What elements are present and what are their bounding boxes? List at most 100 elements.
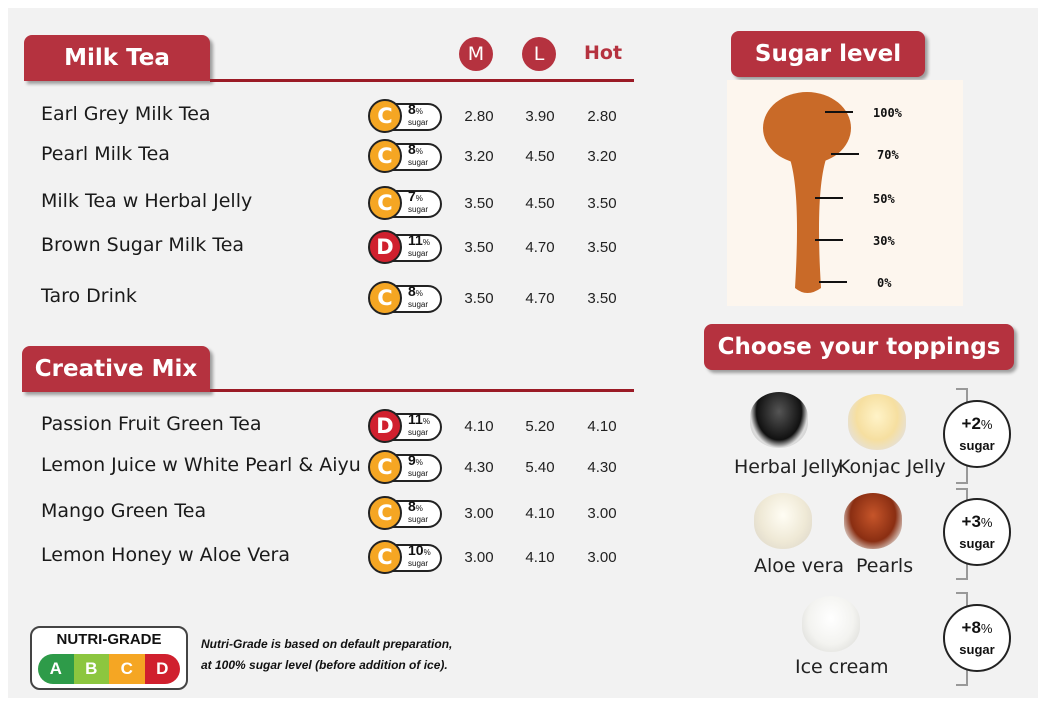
grade-letter: C xyxy=(368,450,402,484)
konjac-jelly-image xyxy=(848,394,906,450)
nutri-grade-badge: C 8% sugar xyxy=(368,99,444,133)
price-l: 3.90 xyxy=(525,108,555,125)
nutri-note-line-2: at 100% sugar level (before addition of … xyxy=(201,658,448,672)
price-hot: 3.50 xyxy=(587,195,617,212)
size-m-label: M xyxy=(467,43,485,65)
price-hot: 4.30 xyxy=(587,459,617,476)
add-sugar-amount-2: +2% xyxy=(961,414,993,433)
add-sugar-label-2: sugar xyxy=(959,438,995,453)
sugar-level-header: Sugar level xyxy=(731,31,925,77)
sugar-percent: 8% xyxy=(408,498,423,514)
price-hot: 3.00 xyxy=(587,505,617,522)
nutri-grade-c: C xyxy=(109,654,145,684)
price-l: 4.70 xyxy=(525,290,555,307)
sugar-percent: 11% xyxy=(408,232,430,248)
drink-row: Pearl Milk Tea C 8% sugar 3.20 4.50 3.20 xyxy=(8,139,648,173)
price-hot: 3.00 xyxy=(587,549,617,566)
ice-cream-image xyxy=(802,596,860,652)
nutri-grade-badge: C 8% sugar xyxy=(368,496,444,530)
grade-letter: C xyxy=(368,496,402,530)
sugar-word: sugar xyxy=(408,118,429,127)
add-sugar-amount-8: +8% xyxy=(961,618,993,637)
sugar-word: sugar xyxy=(408,515,429,524)
price-hot: 2.80 xyxy=(587,108,617,125)
spoon-handle xyxy=(789,156,827,293)
sugar-word: sugar xyxy=(408,158,429,167)
sugar-word: sugar xyxy=(408,205,429,214)
sugar-percent: 8% xyxy=(408,283,423,299)
nutri-grade-d: D xyxy=(144,654,180,684)
grade-letter: C xyxy=(368,540,402,574)
price-m: 3.20 xyxy=(464,148,494,165)
sugar-word: sugar xyxy=(408,469,429,478)
sugar-word: sugar xyxy=(408,300,429,309)
nutri-grade-badge: C 9% sugar xyxy=(368,450,444,484)
size-l-label: L xyxy=(533,43,545,65)
nutri-grade-title: NUTRI-GRADE xyxy=(56,631,162,648)
nutri-grade-badge: D 11% sugar xyxy=(368,230,444,264)
add-sugar-badge-3: +3% sugar xyxy=(943,498,1011,566)
price-l: 5.40 xyxy=(525,459,555,476)
sugar-percent: 8% xyxy=(408,141,423,157)
add-sugar-badge-8: +8% sugar xyxy=(943,604,1011,672)
nutri-grade-note: Nutri-Grade is based on default preparat… xyxy=(201,634,452,676)
pearls-image xyxy=(844,493,902,549)
herbal-jelly-label: Herbal Jelly xyxy=(734,456,842,478)
sugar-percent: 11% xyxy=(408,411,430,427)
grade-letter: C xyxy=(368,186,402,220)
nutri-grade-badge: C 7% sugar xyxy=(368,186,444,220)
sugar-level-50: 50% xyxy=(873,192,895,206)
aloe-vera-label: Aloe vera xyxy=(754,555,845,577)
drink-name: Lemon Juice w White Pearl & Aiyu xyxy=(41,454,361,476)
sugar-level-title: Sugar level xyxy=(754,41,902,67)
herbal-jelly-image xyxy=(750,392,808,448)
add-sugar-amount-3: +3% xyxy=(961,512,993,531)
spoon-gauge-icon xyxy=(763,92,859,293)
sugar-percent: 8% xyxy=(408,101,423,117)
sugar-level-100: 100% xyxy=(873,106,902,120)
grade-letter: D xyxy=(368,409,402,443)
grade-letter: C xyxy=(368,281,402,315)
price-l: 4.10 xyxy=(525,549,555,566)
sugar-level-30: 30% xyxy=(873,234,895,248)
milk-tea-rule xyxy=(210,79,634,82)
nutri-grade-a: A xyxy=(38,654,74,684)
drink-row: Lemon Juice w White Pearl & Aiyu C 9% sugar… xyxy=(8,450,648,484)
milk-tea-title: Milk Tea xyxy=(64,45,170,71)
price-m: 3.50 xyxy=(464,239,494,256)
creative-mix-header: Creative Mix xyxy=(22,346,210,392)
drink-name: Earl Grey Milk Tea xyxy=(41,103,211,125)
aloe-vera-image xyxy=(754,493,812,549)
nutri-grade-b: B xyxy=(73,654,109,684)
drink-row: Brown Sugar Milk Tea D 11% sugar 3.50 4.70 3.5… xyxy=(8,230,648,264)
drink-row: Mango Green Tea C 8% sugar 3.00 4.10 3.00 xyxy=(8,496,648,530)
price-m: 2.80 xyxy=(464,108,494,125)
price-m: 3.00 xyxy=(464,549,494,566)
size-hot-label: Hot xyxy=(584,42,623,64)
sugar-percent: 10% xyxy=(408,542,431,558)
price-hot: 3.20 xyxy=(587,148,617,165)
price-hot: 3.50 xyxy=(587,239,617,256)
drink-name: Milk Tea w Herbal Jelly xyxy=(41,190,253,212)
sugar-level-0: 0% xyxy=(877,276,892,290)
price-m: 4.10 xyxy=(464,418,494,435)
creative-mix-rule xyxy=(210,389,634,392)
drink-row: Lemon Honey w Aloe Vera C 10% sugar 3.00 4.10… xyxy=(8,540,648,574)
price-l: 4.50 xyxy=(525,148,555,165)
drink-row: Taro Drink C 8% sugar 3.50 4.70 3.50 xyxy=(8,281,648,315)
price-m: 3.50 xyxy=(464,195,494,212)
add-sugar-label-8: sugar xyxy=(959,642,995,657)
drink-name: Passion Fruit Green Tea xyxy=(41,413,262,435)
size-l-badge: L xyxy=(522,37,556,71)
price-m: 4.30 xyxy=(464,459,494,476)
price-l: 4.10 xyxy=(525,505,555,522)
drink-name: Pearl Milk Tea xyxy=(41,143,170,165)
drink-row: Passion Fruit Green Tea D 11% sugar 4.10 5.20… xyxy=(8,409,648,443)
nutri-grade-badge: C 8% sugar xyxy=(368,139,444,173)
creative-mix-title: Creative Mix xyxy=(34,356,198,382)
konjac-jelly-label: Konjac Jelly xyxy=(838,456,946,478)
toppings-title: Choose your toppings xyxy=(717,334,1001,360)
drink-name: Lemon Honey w Aloe Vera xyxy=(41,544,290,566)
add-sugar-label-3: sugar xyxy=(959,536,995,551)
milk-tea-header: Milk Tea xyxy=(24,35,210,81)
